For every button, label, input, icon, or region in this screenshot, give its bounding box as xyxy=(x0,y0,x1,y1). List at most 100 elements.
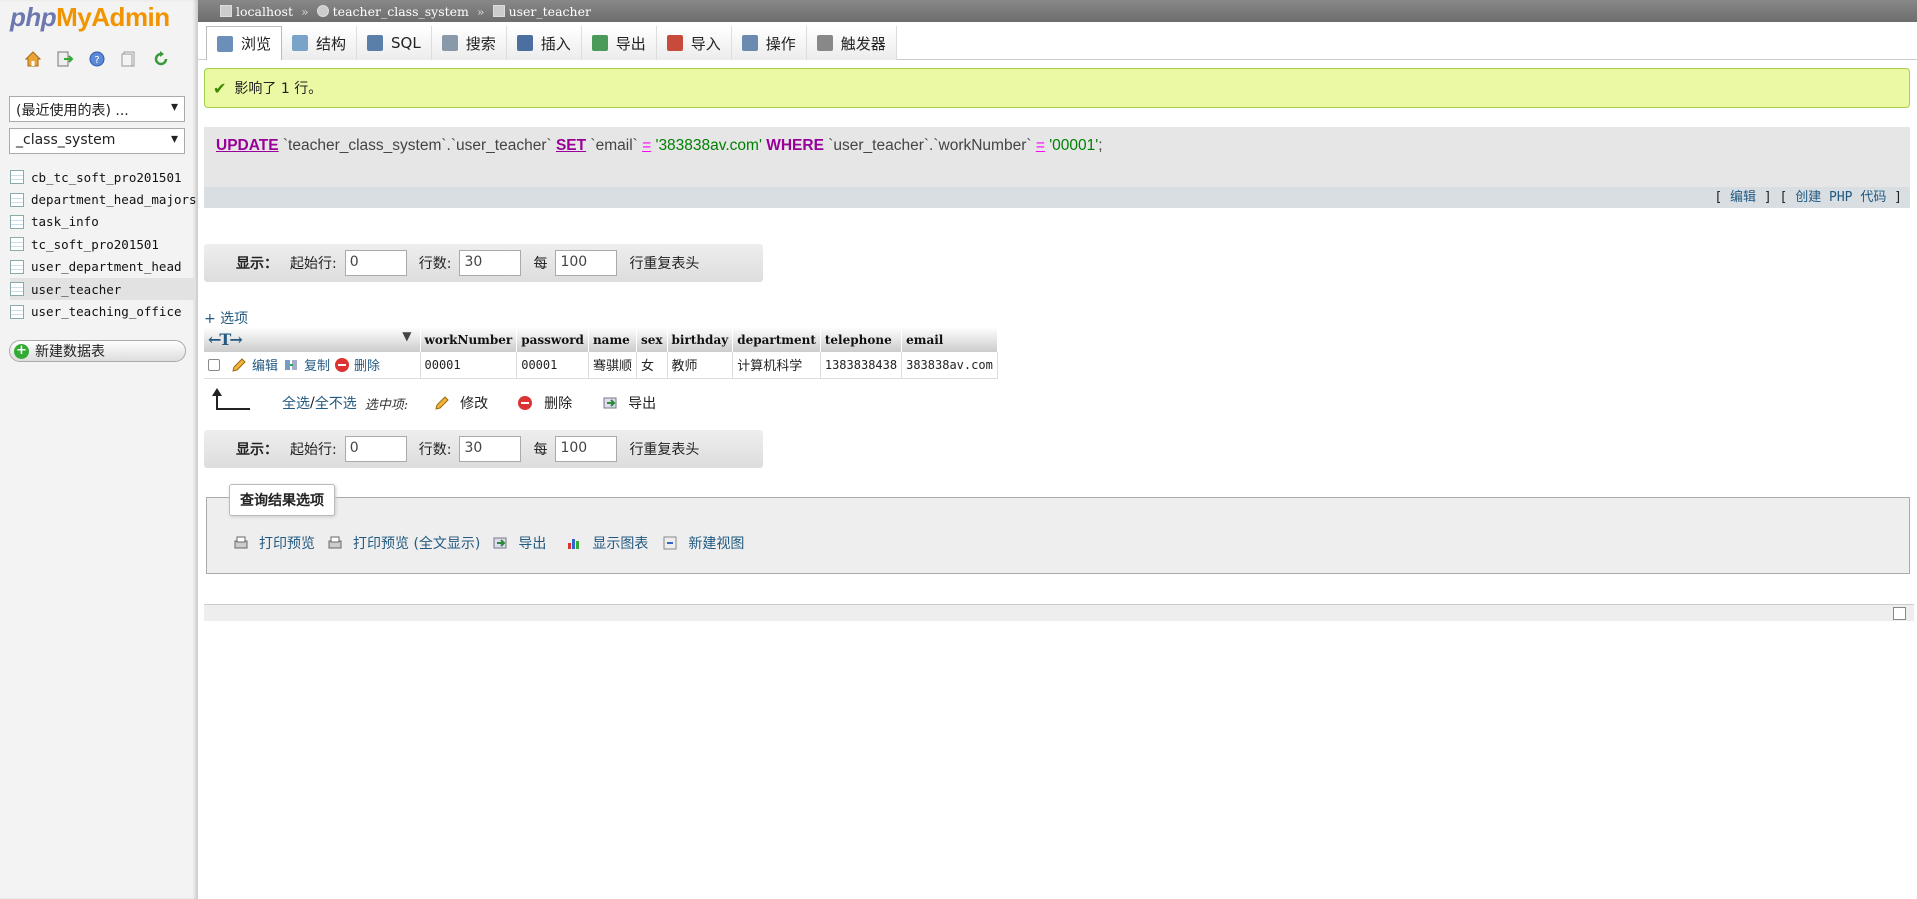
column-header[interactable]: workNumber xyxy=(420,327,518,352)
table-item-active[interactable]: user_teacher xyxy=(10,277,196,301)
sort-dropdown-icon[interactable]: ▼ xyxy=(402,329,411,343)
column-header[interactable]: department xyxy=(732,327,821,352)
sql-keyword-set[interactable]: SET xyxy=(556,137,586,154)
plus-icon: + xyxy=(14,343,29,359)
column-header[interactable]: email xyxy=(901,327,998,352)
tab-structure[interactable]: 结构 xyxy=(282,26,358,60)
options-link[interactable]: + 选项 xyxy=(204,308,248,328)
results-table: ←T→ ▼ workNumber password name sex birth… xyxy=(204,327,998,379)
cell-password[interactable]: 00001 xyxy=(516,352,589,379)
column-header[interactable]: telephone xyxy=(820,327,903,352)
column-header[interactable]: birthday xyxy=(667,327,734,352)
column-resize-arrows-icon[interactable]: ←T→ xyxy=(208,330,243,349)
query-results-operations: 查询结果选项 打印预览 打印预览 (全文显示) 导出 显示图表 新建视图 xyxy=(206,484,1910,574)
table-item[interactable]: department_head_majors xyxy=(10,188,197,210)
display-navigation-bottom: 显示： 起始行: 0 行数: 30 每 100 行重复表头 xyxy=(204,430,763,468)
tab-export[interactable]: 导出 xyxy=(581,26,657,60)
logout-icon[interactable] xyxy=(56,50,74,68)
breadcrumb-separator: » xyxy=(301,3,309,19)
phpmyadmin-logo[interactable]: phpMyAdmin xyxy=(10,2,170,33)
pencil-icon xyxy=(435,396,449,410)
home-icon[interactable] xyxy=(24,50,42,68)
bulk-delete-button[interactable]: 删除 xyxy=(544,393,572,413)
table-list: cb_tc_soft_pro201501 department_head_maj… xyxy=(10,166,197,323)
help-icon[interactable]: ? xyxy=(88,50,106,68)
database-icon xyxy=(316,5,329,17)
row-actions-header: ←T→ ▼ xyxy=(204,327,421,352)
start-row-input[interactable]: 0 xyxy=(344,436,407,462)
pencil-icon xyxy=(232,358,246,372)
tab-insert[interactable]: 插入 xyxy=(506,26,582,60)
tab-wrench[interactable]: 操作 xyxy=(731,26,807,60)
bulk-change-button[interactable]: 修改 xyxy=(460,393,488,413)
cell-department[interactable]: 计算机科学 xyxy=(732,352,821,379)
delete-icon xyxy=(518,396,533,410)
structure-icon xyxy=(292,35,309,51)
cell-sex[interactable]: 女 xyxy=(636,352,668,379)
breadcrumb-database[interactable]: teacher_class_system xyxy=(333,4,469,19)
rows-count-input[interactable]: 30 xyxy=(459,436,522,462)
start-row-input[interactable]: 0 xyxy=(344,250,407,276)
console-toggle-icon[interactable] xyxy=(1893,607,1906,620)
edit-query-link[interactable]: 编辑 xyxy=(1730,190,1756,205)
create-view-link[interactable]: 新建视图 xyxy=(688,533,744,553)
cell-email[interactable]: 383838av.com xyxy=(901,352,998,379)
print-icon xyxy=(234,536,248,549)
print-icon xyxy=(328,536,342,549)
export-icon xyxy=(603,397,617,409)
chart-icon xyxy=(568,539,580,549)
delete-icon xyxy=(335,357,350,372)
copy-icon xyxy=(285,359,298,370)
create-php-code-link[interactable]: 创建 PHP 代码 xyxy=(1795,190,1886,205)
table-icon xyxy=(10,304,24,319)
bulk-actions: 全选 / 全不选 选中项: 修改 删除 导出 xyxy=(212,388,656,413)
cell-name[interactable]: 骞骐顺 xyxy=(588,352,637,379)
cell-telephone[interactable]: 1383838438 xyxy=(820,352,903,379)
documentation-icon[interactable] xyxy=(120,50,138,68)
row-checkbox[interactable] xyxy=(208,358,220,371)
tab-sql[interactable]: SQL xyxy=(357,26,432,60)
reload-icon[interactable] xyxy=(152,50,170,68)
column-header[interactable]: name xyxy=(588,327,637,352)
database-select[interactable]: _class_system xyxy=(9,128,185,154)
export-link[interactable]: 导出 xyxy=(518,533,546,553)
row-actions: 编辑 复制 删除 xyxy=(204,352,421,379)
cell-worknumber[interactable]: 00001 xyxy=(420,352,518,379)
tab-import[interactable]: 导入 xyxy=(656,26,732,60)
table-row: 编辑 复制 删除 00001 00001 骞骐顺 女 教师 计算机科学 1383… xyxy=(204,352,998,379)
tab-search[interactable]: 搜索 xyxy=(431,26,507,60)
import-icon xyxy=(666,35,683,51)
arrow-up-icon xyxy=(212,388,250,410)
repeat-headers-input[interactable]: 100 xyxy=(555,250,618,276)
server-icon xyxy=(220,5,232,17)
sql-keyword-update[interactable]: UPDATE xyxy=(216,137,279,154)
trigger-icon xyxy=(816,35,833,51)
edit-row-link[interactable]: 编辑 xyxy=(252,355,278,374)
table-item[interactable]: cb_tc_soft_pro201501 xyxy=(10,166,196,188)
copy-row-link[interactable]: 复制 xyxy=(304,355,330,374)
print-view-full-link[interactable]: 打印预览 (全文显示) xyxy=(353,533,480,553)
cell-birthday[interactable]: 教师 xyxy=(667,352,734,379)
table-item[interactable]: user_department_head xyxy=(10,256,196,278)
breadcrumb-table[interactable]: user_teacher xyxy=(509,4,591,19)
delete-row-link[interactable]: 删除 xyxy=(354,355,380,374)
column-header[interactable]: sex xyxy=(636,327,668,352)
table-item[interactable]: tc_soft_pro201501 xyxy=(10,233,196,255)
display-chart-link[interactable]: 显示图表 xyxy=(592,533,648,553)
column-header[interactable]: password xyxy=(516,327,589,352)
uncheck-all-link[interactable]: 全不选 xyxy=(315,393,357,413)
repeat-headers-input[interactable]: 100 xyxy=(555,436,618,462)
tab-trigger[interactable]: 触发器 xyxy=(806,26,897,60)
tab-browse[interactable]: 浏览 xyxy=(206,26,283,60)
table-item[interactable]: user_teaching_office xyxy=(10,300,196,322)
sql-query-links: [ 编辑 ] [ 创建 PHP 代码 ] xyxy=(204,187,1910,208)
table-item[interactable]: task_info xyxy=(10,211,196,233)
check-all-link[interactable]: 全选 xyxy=(282,393,310,413)
recent-tables-select[interactable]: (最近使用的表) ... xyxy=(9,96,185,122)
breadcrumb-server[interactable]: localhost xyxy=(236,4,293,19)
new-table-button[interactable]: + 新建数据表 xyxy=(9,340,186,362)
bulk-export-button[interactable]: 导出 xyxy=(628,393,656,413)
print-view-link[interactable]: 打印预览 xyxy=(259,533,315,553)
breadcrumb: localhost » teacher_class_system » user_… xyxy=(198,0,1917,22)
rows-count-input[interactable]: 30 xyxy=(459,250,522,276)
